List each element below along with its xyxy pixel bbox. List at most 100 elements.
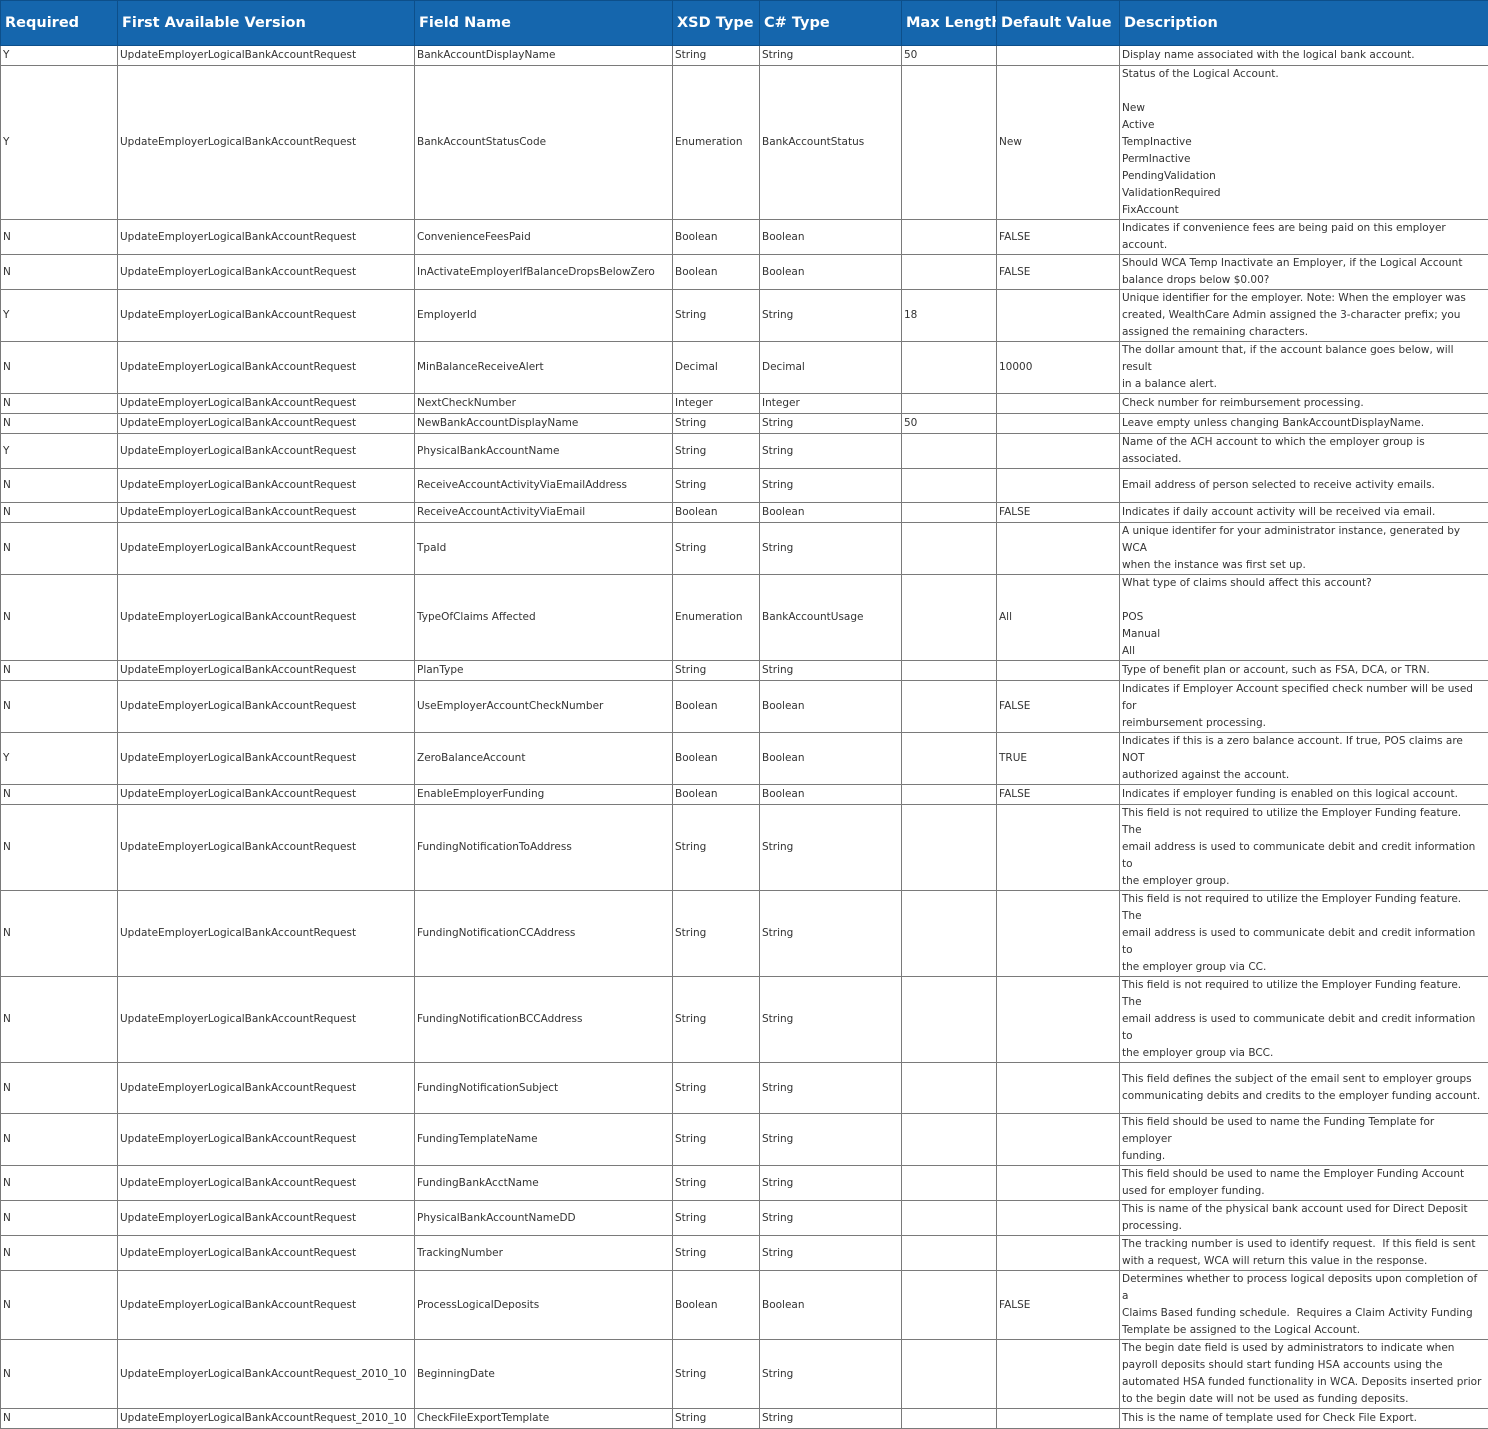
field-name-cell: TrackingNumber xyxy=(415,1236,673,1271)
csharp-type-cell: String xyxy=(760,1236,902,1271)
required-cell: N xyxy=(1,342,118,394)
table-row: NUpdateEmployerLogicalBankAccountRequest… xyxy=(1,1340,1488,1409)
default-value-cell xyxy=(997,1340,1120,1409)
required-cell: N xyxy=(1,805,118,891)
description-cell: Indicates if Employer Account specified … xyxy=(1120,681,1488,733)
table-row: YUpdateEmployerLogicalBankAccountRequest… xyxy=(1,434,1488,469)
max-length-cell xyxy=(902,255,997,290)
xsd-type-cell: Boolean xyxy=(673,503,760,523)
xsd-type-cell: String xyxy=(673,46,760,66)
table-row: NUpdateEmployerLogicalBankAccountRequest… xyxy=(1,523,1488,575)
description-cell: Should WCA Temp Inactivate an Employer, … xyxy=(1120,255,1488,290)
max-length-cell: 18 xyxy=(902,290,997,342)
max-length-cell xyxy=(902,220,997,255)
version-cell: UpdateEmployerLogicalBankAccountRequest xyxy=(118,977,415,1063)
header-row: Required First Available Version Field N… xyxy=(1,1,1488,46)
required-cell: N xyxy=(1,1409,118,1429)
max-length-cell xyxy=(902,469,997,503)
default-value-cell xyxy=(997,290,1120,342)
max-length-cell xyxy=(902,503,997,523)
csharp-type-cell: String xyxy=(760,1063,902,1114)
table-header: Required First Available Version Field N… xyxy=(1,1,1488,46)
xsd-type-cell: String xyxy=(673,434,760,469)
field-name-cell: BeginningDate xyxy=(415,1340,673,1409)
table-row: YUpdateEmployerLogicalBankAccountRequest… xyxy=(1,66,1488,220)
xsd-type-cell: String xyxy=(673,523,760,575)
required-cell: Y xyxy=(1,434,118,469)
field-name-cell: ReceiveAccountActivityViaEmail xyxy=(415,503,673,523)
required-cell: N xyxy=(1,1063,118,1114)
field-name-cell: BankAccountDisplayName xyxy=(415,46,673,66)
description-cell: Indicates if daily account activity will… xyxy=(1120,503,1488,523)
max-length-cell xyxy=(902,1201,997,1236)
version-cell: UpdateEmployerLogicalBankAccountRequest_… xyxy=(118,1409,415,1429)
csharp-type-cell: String xyxy=(760,290,902,342)
description-cell: This field is not required to utilize th… xyxy=(1120,805,1488,891)
required-cell: N xyxy=(1,1166,118,1201)
required-cell: N xyxy=(1,891,118,977)
description-cell: Email address of person selected to rece… xyxy=(1120,469,1488,503)
description-cell: The begin date field is used by administ… xyxy=(1120,1340,1488,1409)
default-value-cell xyxy=(997,469,1120,503)
description-cell: This is name of the physical bank accoun… xyxy=(1120,1201,1488,1236)
required-cell: N xyxy=(1,1201,118,1236)
table-row: NUpdateEmployerLogicalBankAccountRequest… xyxy=(1,255,1488,290)
xsd-type-cell: String xyxy=(673,661,760,681)
max-length-cell xyxy=(902,1236,997,1271)
default-value-cell xyxy=(997,394,1120,414)
max-length-cell xyxy=(902,661,997,681)
version-cell: UpdateEmployerLogicalBankAccountRequest xyxy=(118,394,415,414)
header-required: Required xyxy=(1,1,118,46)
description-cell: What type of claims should affect this a… xyxy=(1120,575,1488,661)
default-value-cell xyxy=(997,1201,1120,1236)
csharp-type-cell: Boolean xyxy=(760,503,902,523)
field-name-cell: FundingNotificationCCAddress xyxy=(415,891,673,977)
field-name-cell: PlanType xyxy=(415,661,673,681)
required-cell: N xyxy=(1,785,118,805)
table-row: YUpdateEmployerLogicalBankAccountRequest… xyxy=(1,46,1488,66)
version-cell: UpdateEmployerLogicalBankAccountRequest xyxy=(118,414,415,434)
field-definition-table: Required First Available Version Field N… xyxy=(0,0,1488,1429)
version-cell: UpdateEmployerLogicalBankAccountRequest xyxy=(118,661,415,681)
required-cell: N xyxy=(1,1271,118,1340)
max-length-cell xyxy=(902,681,997,733)
table-body: YUpdateEmployerLogicalBankAccountRequest… xyxy=(1,46,1488,1429)
csharp-type-cell: String xyxy=(760,1340,902,1409)
max-length-cell xyxy=(902,805,997,891)
description-cell: The dollar amount that, if the account b… xyxy=(1120,342,1488,394)
version-cell: UpdateEmployerLogicalBankAccountRequest xyxy=(118,220,415,255)
xsd-type-cell: Boolean xyxy=(673,681,760,733)
xsd-type-cell: Enumeration xyxy=(673,66,760,220)
required-cell: Y xyxy=(1,46,118,66)
description-cell: This field should be used to name the Fu… xyxy=(1120,1114,1488,1166)
table-row: YUpdateEmployerLogicalBankAccountRequest… xyxy=(1,733,1488,785)
max-length-cell xyxy=(902,523,997,575)
xsd-type-cell: Decimal xyxy=(673,342,760,394)
xsd-type-cell: String xyxy=(673,805,760,891)
table-row: NUpdateEmployerLogicalBankAccountRequest… xyxy=(1,1063,1488,1114)
xsd-type-cell: String xyxy=(673,1063,760,1114)
max-length-cell: 50 xyxy=(902,414,997,434)
csharp-type-cell: String xyxy=(760,891,902,977)
xsd-type-cell: String xyxy=(673,290,760,342)
default-value-cell xyxy=(997,46,1120,66)
description-cell: Leave empty unless changing BankAccountD… xyxy=(1120,414,1488,434)
xsd-type-cell: String xyxy=(673,1236,760,1271)
required-cell: N xyxy=(1,661,118,681)
version-cell: UpdateEmployerLogicalBankAccountRequest xyxy=(118,575,415,661)
field-name-cell: ConvenienceFeesPaid xyxy=(415,220,673,255)
version-cell: UpdateEmployerLogicalBankAccountRequest xyxy=(118,503,415,523)
default-value-cell xyxy=(997,434,1120,469)
table-row: NUpdateEmployerLogicalBankAccountRequest… xyxy=(1,1166,1488,1201)
csharp-type-cell: String xyxy=(760,1409,902,1429)
max-length-cell xyxy=(902,1063,997,1114)
required-cell: N xyxy=(1,1236,118,1271)
csharp-type-cell: String xyxy=(760,1114,902,1166)
xsd-type-cell: Boolean xyxy=(673,1271,760,1340)
table-row: NUpdateEmployerLogicalBankAccountRequest… xyxy=(1,469,1488,503)
required-cell: N xyxy=(1,575,118,661)
required-cell: N xyxy=(1,681,118,733)
max-length-cell xyxy=(902,434,997,469)
xsd-type-cell: Integer xyxy=(673,394,760,414)
table-row: NUpdateEmployerLogicalBankAccountRequest… xyxy=(1,681,1488,733)
